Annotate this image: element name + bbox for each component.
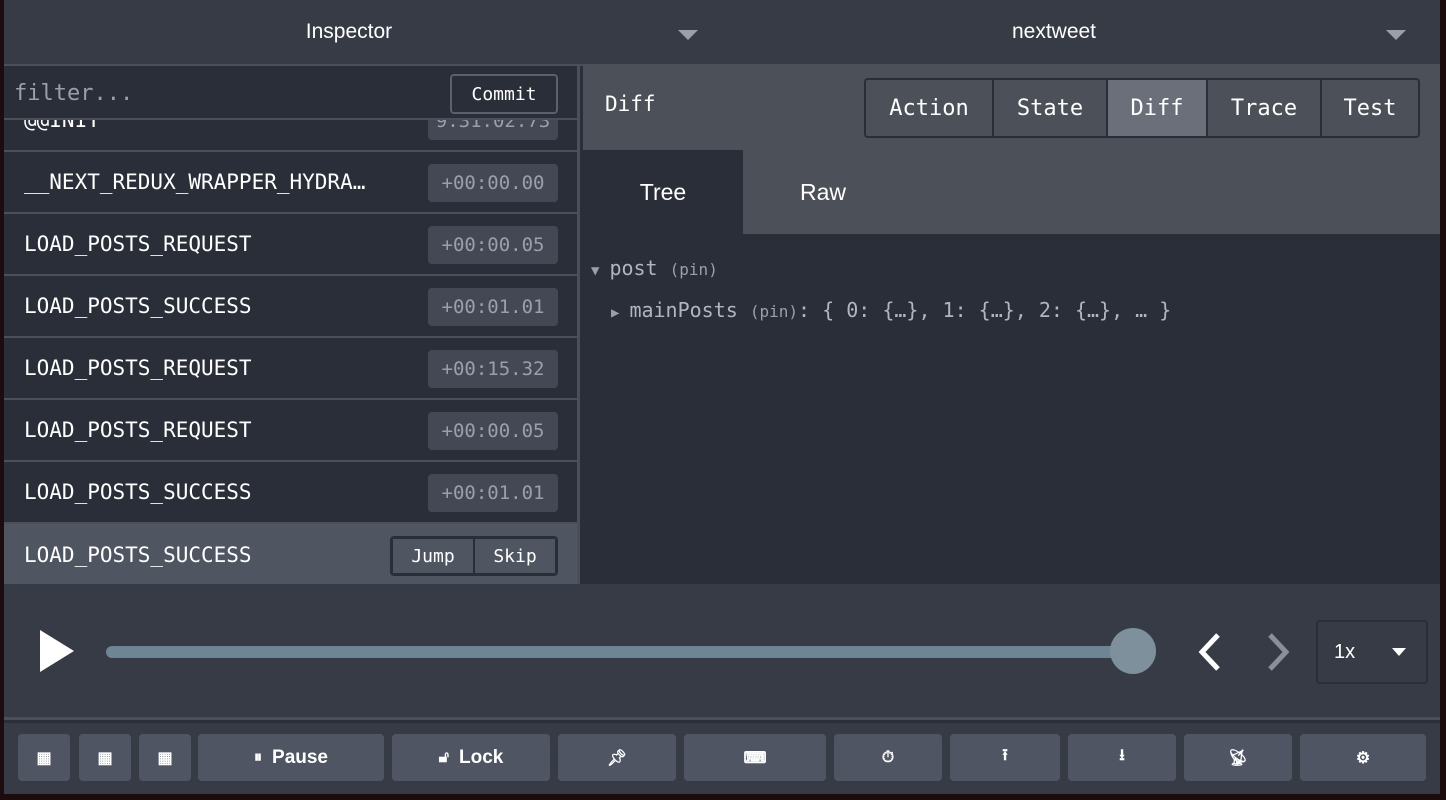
action-row[interactable]: __NEXT_REDUX_WRAPPER_HYDRA… +00:00.00 bbox=[4, 152, 577, 214]
action-row[interactable]: LOAD_POSTS_REQUEST +00:15.32 bbox=[4, 338, 577, 400]
triangle-right-icon[interactable]: ▶ bbox=[611, 305, 619, 321]
node-value: : { 0: {…}, 1: {…}, 2: {…}, … } bbox=[798, 298, 1172, 322]
dock-right-icon: ▦ bbox=[97, 749, 113, 767]
shortcuts-button[interactable]: ⌨ bbox=[684, 734, 826, 781]
speed-label: 1x bbox=[1334, 640, 1356, 663]
bottom-toolbar: ▦ ▦ ▦ ⏸ Pause 🔓︎ Lock 📌︎ ⌨ ⏱ ⭱ ⭳ 📡︎ ⚙ bbox=[4, 723, 1440, 794]
pause-icon: ⏸ bbox=[254, 748, 263, 766]
tab-trace[interactable]: Trace bbox=[1206, 80, 1320, 136]
diff-tree: ▼ post (pin) ▶ mainPosts (pin): { 0: {…}, … bbox=[583, 234, 1440, 322]
jump-skip-group: Jump Skip bbox=[390, 536, 558, 576]
antenna-icon: 📡︎ bbox=[1227, 749, 1249, 767]
pause-button[interactable]: ⏸ Pause bbox=[198, 734, 384, 781]
dock-right-button[interactable]: ▦ bbox=[79, 734, 131, 781]
jump-button[interactable]: Jump bbox=[392, 538, 474, 574]
action-name: LOAD_POSTS_REQUEST bbox=[24, 232, 252, 256]
download-icon: ⭳ bbox=[1119, 747, 1125, 764]
action-time: +00:00.05 bbox=[428, 226, 558, 264]
play-icon[interactable] bbox=[38, 630, 76, 672]
panel-tabs: Action State Diff Trace Test bbox=[864, 78, 1420, 138]
action-name: LOAD_POSTS_SUCCESS bbox=[24, 294, 252, 318]
dock-left-button[interactable]: ▦ bbox=[18, 734, 70, 781]
monitor-select[interactable]: Inspector bbox=[4, 0, 694, 64]
chevron-down-icon bbox=[1392, 648, 1406, 656]
tree-node-post[interactable]: ▼ post (pin) bbox=[591, 256, 1440, 280]
tab-test[interactable]: Test bbox=[1320, 80, 1418, 136]
tab-raw[interactable]: Raw bbox=[743, 150, 903, 234]
filter-bar: Commit bbox=[4, 66, 577, 120]
chevron-down-icon[interactable] bbox=[1386, 30, 1406, 40]
action-row[interactable]: LOAD_POSTS_SUCCESS +00:01.01 bbox=[4, 462, 577, 524]
dock-left-icon: ▦ bbox=[36, 749, 52, 767]
gear-icon: ⚙ bbox=[1355, 749, 1371, 767]
monitor-select-label: Inspector bbox=[305, 20, 393, 43]
tab-diff[interactable]: Diff bbox=[1106, 80, 1206, 136]
dock-bottom-button[interactable]: ▦ bbox=[139, 734, 191, 781]
panel-title: Diff bbox=[605, 92, 656, 116]
keyboard-icon: ⌨ bbox=[743, 749, 767, 767]
slider-bar: 1x bbox=[4, 584, 1440, 720]
top-bar: Inspector nextweet bbox=[4, 0, 1440, 66]
previous-icon[interactable] bbox=[1196, 632, 1222, 672]
commit-button[interactable]: Commit bbox=[450, 74, 558, 114]
inspector-panel: Diff Action State Diff Trace Test Tree R… bbox=[583, 66, 1440, 584]
action-row[interactable]: LOAD_POSTS_REQUEST +00:00.05 bbox=[4, 214, 577, 276]
pause-label: Pause bbox=[272, 746, 328, 768]
tree-node-mainposts[interactable]: ▶ mainPosts (pin): { 0: {…}, 1: {…}, 2: {… bbox=[611, 298, 1440, 322]
action-row[interactable]: LOAD_POSTS_SUCCESS +00:01.01 bbox=[4, 276, 577, 338]
redux-devtools: Inspector nextweet Commit @@INIT9:31:02.… bbox=[4, 0, 1440, 794]
panel-header: Diff Action State Diff Trace Test bbox=[583, 66, 1440, 150]
action-time: +00:00.05 bbox=[428, 412, 558, 450]
remote-button[interactable]: 📡︎ bbox=[1184, 734, 1292, 781]
timeline-slider[interactable] bbox=[106, 646, 1136, 658]
pin-link[interactable]: (pin) bbox=[750, 302, 798, 321]
action-time: +00:01.01 bbox=[428, 288, 558, 326]
dock-bottom-icon: ▦ bbox=[157, 749, 173, 767]
timer-off-icon: ⏱ bbox=[881, 748, 895, 766]
action-name: LOAD_POSTS_SUCCESS bbox=[24, 480, 252, 504]
action-name: LOAD_POSTS_REQUEST bbox=[24, 356, 252, 380]
lock-button[interactable]: 🔓︎ Lock bbox=[392, 734, 550, 781]
action-time: +00:00.00 bbox=[428, 164, 558, 202]
skip-button[interactable]: Skip bbox=[474, 538, 556, 574]
lock-icon: 🔓︎ bbox=[438, 748, 449, 766]
lock-label: Lock bbox=[459, 746, 504, 768]
action-time: +00:01.01 bbox=[428, 474, 558, 512]
instance-select[interactable]: nextweet bbox=[694, 0, 1414, 64]
node-key: mainPosts bbox=[629, 298, 738, 322]
node-key: post bbox=[609, 256, 658, 280]
slider-handle[interactable] bbox=[1110, 628, 1156, 674]
view-tabs: Tree Raw bbox=[583, 150, 1440, 234]
filter-input[interactable] bbox=[14, 76, 434, 110]
action-row[interactable]: LOAD_POSTS_REQUEST +00:00.05 bbox=[4, 400, 577, 462]
speed-select[interactable]: 1x bbox=[1316, 620, 1428, 684]
action-name: __NEXT_REDUX_WRAPPER_HYDRA… bbox=[24, 170, 366, 194]
import-button[interactable]: ⭳ bbox=[1068, 734, 1176, 781]
tab-state[interactable]: State bbox=[992, 80, 1106, 136]
next-icon[interactable] bbox=[1266, 632, 1292, 672]
persist-button[interactable]: 📌︎ bbox=[558, 734, 676, 781]
pin-icon: 📌︎ bbox=[606, 749, 628, 767]
export-button[interactable]: ⭱ bbox=[950, 734, 1060, 781]
tab-action[interactable]: Action bbox=[866, 80, 992, 136]
action-name: LOAD_POSTS_SUCCESS bbox=[24, 543, 252, 567]
instance-select-label: nextweet bbox=[1011, 20, 1097, 43]
action-row-selected[interactable]: LOAD_POSTS_SUCCESS Jump Skip bbox=[4, 524, 577, 584]
pin-link[interactable]: (pin) bbox=[670, 260, 718, 279]
tab-tree[interactable]: Tree bbox=[583, 150, 743, 234]
timer-button[interactable]: ⏱ bbox=[834, 734, 942, 781]
upload-icon: ⭱ bbox=[1002, 747, 1008, 764]
triangle-down-icon[interactable]: ▼ bbox=[591, 263, 599, 279]
settings-button[interactable]: ⚙ bbox=[1300, 734, 1426, 781]
action-list: Commit @@INIT9:31:02.73 __NEXT_REDUX_WRA… bbox=[4, 66, 580, 584]
action-name: LOAD_POSTS_REQUEST bbox=[24, 418, 252, 442]
action-time: +00:15.32 bbox=[428, 350, 558, 388]
